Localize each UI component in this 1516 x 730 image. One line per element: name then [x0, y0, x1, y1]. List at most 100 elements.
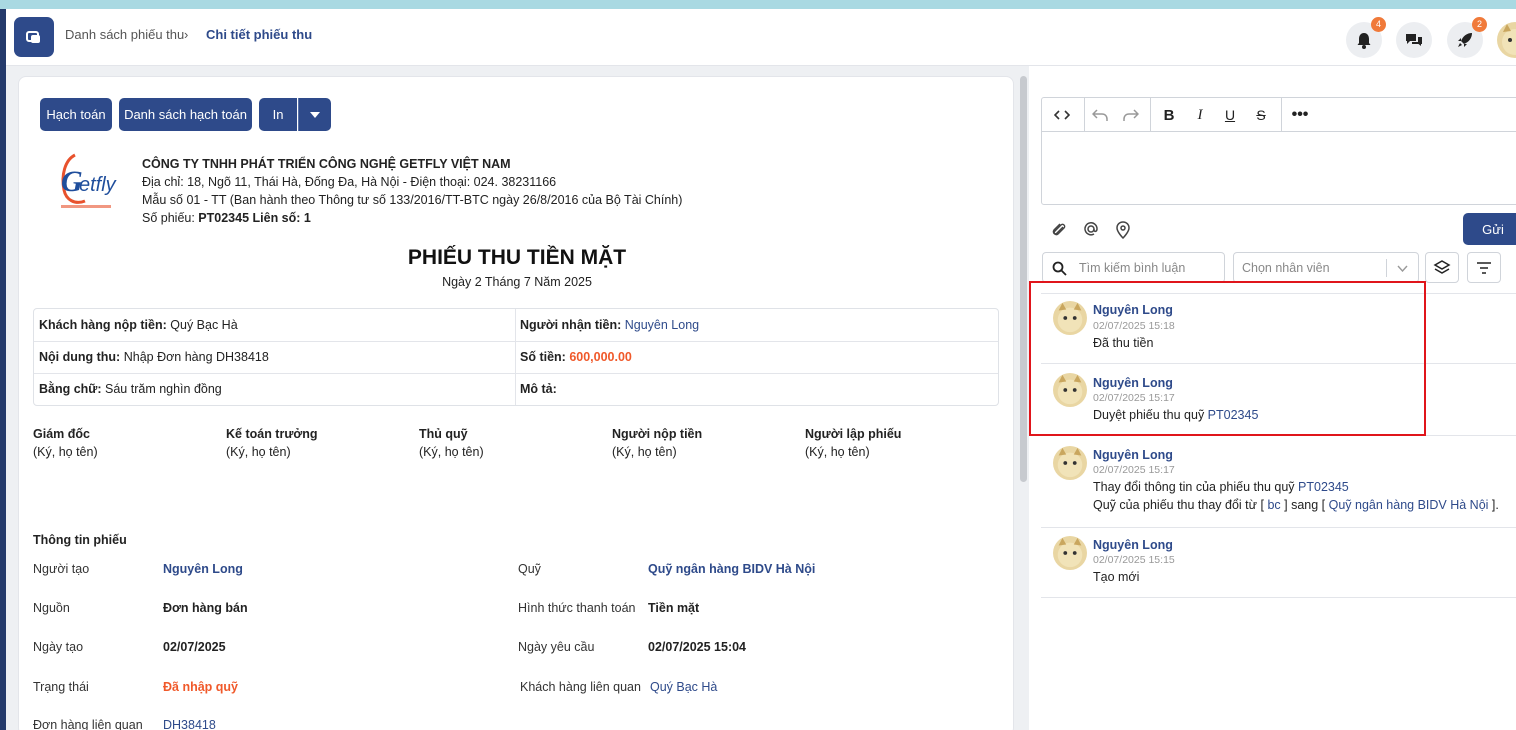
location-button[interactable] [1112, 220, 1134, 240]
creator-value[interactable]: Nguyên Long [163, 562, 243, 576]
company-logo: Getfly [55, 145, 117, 217]
comment-text: Tạo mới [1093, 570, 1140, 584]
filter-icon [1477, 261, 1491, 274]
code-view-button[interactable] [1051, 105, 1073, 125]
app-menu-button[interactable] [14, 17, 54, 57]
mention-button[interactable] [1080, 219, 1102, 239]
chevron-down-icon [1397, 265, 1408, 272]
underline-button[interactable]: U [1219, 105, 1241, 125]
caret-down-icon [310, 111, 320, 118]
browser-top-strip [0, 0, 1516, 9]
signature-preparer: Người lập phiếu (Ký, họ tên) [805, 427, 902, 459]
chat-button[interactable] [1396, 22, 1432, 58]
comment-time: 02/07/2025 15:15 [1093, 554, 1175, 566]
breadcrumb-receipt-detail: Chi tiết phiếu thu [206, 27, 313, 42]
rocket-button[interactable]: 2 [1447, 17, 1487, 58]
comment-change-detail: Quỹ của phiếu thu thay đổi từ [ bc ] san… [1093, 498, 1499, 512]
svg-text:etfly: etfly [79, 174, 117, 196]
signature-cashier: Thủ quỹ (Ký, họ tên) [419, 427, 484, 459]
commenter-avatar [1053, 446, 1087, 480]
accounting-button[interactable]: Hạch toán [40, 98, 112, 131]
commenter-name[interactable]: Nguyên Long [1093, 538, 1173, 552]
company-name: CÔNG TY TNHH PHÁT TRIỂN CÔNG NGHỆ GETFLY… [142, 157, 511, 171]
amount-cell: Số tiền: 600,000.00 [520, 350, 632, 364]
comment-item: Nguyên Long 02/07/2025 15:15 Tạo mới [1041, 528, 1516, 598]
app-menu-icon [26, 31, 40, 43]
notification-button[interactable]: 4 [1346, 17, 1386, 58]
customer-cell: Khách hàng nộp tiền: Quý Bạc Hà [39, 318, 238, 332]
signature-chief-accountant: Kế toán trưởng (Ký, họ tên) [226, 427, 318, 459]
old-fund-link[interactable]: bc [1267, 498, 1280, 512]
receipt-card: Hạch toán Danh sách hạch toán In Getfly … [18, 76, 1014, 730]
source-label: Nguồn [33, 601, 70, 615]
company-address: Địa chỉ: 18, Ngõ 11, Thái Hà, Đống Đa, H… [142, 175, 557, 189]
search-icon [1052, 261, 1067, 276]
comment-editor[interactable]: B I U S ••• [1041, 97, 1516, 205]
receipt-link[interactable]: PT02345 [1298, 480, 1349, 494]
form-info: Mẫu số 01 - TT (Ban hành theo Thông tư s… [142, 193, 683, 207]
chevron-right-icon: › [184, 27, 189, 42]
attach-button[interactable] [1048, 220, 1070, 240]
description-cell: Mô tả: [520, 382, 557, 396]
app-sidebar-edge [0, 9, 6, 730]
comment-text: Thay đổi thông tin của phiếu thu quỹ PT0… [1093, 480, 1349, 494]
print-button[interactable]: In [259, 98, 297, 131]
comment-item: Nguyên Long 02/07/2025 15:17 Thay đổi th… [1041, 436, 1516, 528]
payment-method-label: Hình thức thanh toán [518, 601, 636, 615]
rocket-badge: 2 [1472, 17, 1487, 32]
code-icon [1054, 110, 1070, 120]
created-date-value: 02/07/2025 [163, 640, 226, 654]
italic-button[interactable]: I [1189, 105, 1211, 125]
undo-icon [1092, 109, 1108, 121]
employee-select-placeholder: Chọn nhân viên [1242, 261, 1330, 275]
divider [515, 309, 516, 405]
related-order-value[interactable]: DH38418 [163, 718, 216, 730]
signature-payer: Người nộp tiền (Ký, họ tên) [612, 427, 703, 459]
fund-label: Quỹ [518, 562, 541, 576]
send-button[interactable]: Gửi [1463, 213, 1516, 245]
divider [34, 341, 998, 342]
created-date-label: Ngày tạo [33, 640, 84, 654]
receipt-title: PHIẾU THU TIỀN MẶT [407, 246, 627, 269]
strikethrough-button[interactable]: S [1250, 105, 1272, 125]
user-avatar[interactable] [1497, 22, 1516, 58]
breadcrumb-receipt-list[interactable]: Danh sách phiếu thu [65, 27, 184, 42]
print-dropdown-button[interactable] [298, 98, 331, 131]
filter-button[interactable] [1467, 252, 1501, 283]
notification-badge: 4 [1371, 17, 1386, 32]
receipt-date: Ngày 2 Tháng 7 Năm 2025 [442, 275, 592, 289]
layers-button[interactable] [1425, 252, 1459, 283]
content-cell: Nội dung thu: Nhập Đơn hàng DH38418 [39, 350, 269, 364]
scrollbar[interactable] [1020, 76, 1027, 482]
ellipsis-icon: ••• [1291, 106, 1309, 123]
redo-button[interactable] [1120, 105, 1142, 125]
comments-panel: B I U S ••• Gửi Tìm kiếm bình luận Chọn … [1029, 66, 1516, 730]
rocket-icon [1458, 33, 1472, 47]
request-date-label: Ngày yêu cầu [518, 640, 595, 654]
highlight-box [1029, 281, 1426, 436]
signature-director: Giám đốc (Ký, họ tên) [33, 427, 98, 459]
bold-button[interactable]: B [1158, 105, 1180, 125]
chat-icon [1406, 34, 1422, 46]
employee-select[interactable]: Chọn nhân viên [1233, 252, 1419, 283]
undo-button[interactable] [1089, 105, 1111, 125]
accounting-list-button[interactable]: Danh sách hạch toán [119, 98, 252, 131]
receiver-cell: Người nhận tiền: Nguyên Long [520, 318, 700, 332]
creator-label: Người tạo [33, 562, 90, 576]
search-placeholder: Tìm kiếm bình luận [1079, 261, 1186, 275]
commenter-name[interactable]: Nguyên Long [1093, 448, 1173, 462]
new-fund-link[interactable]: Quỹ ngân hàng BIDV Hà Nội [1329, 498, 1489, 512]
related-customer-label: Khách hàng liên quan [520, 680, 641, 694]
related-customer-value[interactable]: Quý Bạc Hà [650, 680, 717, 694]
strikethrough-icon: S [1256, 107, 1266, 123]
payment-method-value: Tiền mặt [648, 601, 700, 615]
status-value: Đã nhập quỹ [163, 680, 239, 694]
at-icon [1084, 222, 1098, 236]
comment-search-input[interactable]: Tìm kiếm bình luận [1042, 252, 1225, 283]
layers-icon [1433, 259, 1451, 274]
editor-toolbar: B I U S ••• [1042, 98, 1516, 132]
more-options-button[interactable]: ••• [1289, 105, 1311, 125]
fund-value[interactable]: Quỹ ngân hàng BIDV Hà Nội [648, 562, 815, 576]
source-value: Đơn hàng bán [163, 601, 248, 615]
top-header: Danh sách phiếu thu › Chi tiết phiếu thu… [6, 9, 1516, 66]
